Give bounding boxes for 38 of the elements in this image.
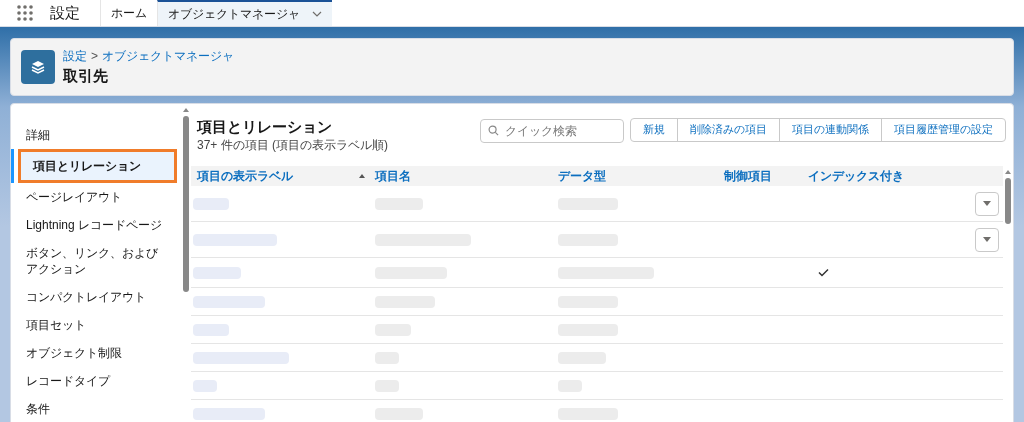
caret-icon [983,237,991,242]
caret-icon [983,201,991,206]
sidebar-item[interactable]: レコードタイプ [14,367,181,395]
sidebar-item[interactable]: オブジェクト制限 [14,339,181,367]
scroll-up-icon[interactable] [183,108,189,112]
nav-tab[interactable]: オブジェクトマネージャ [157,0,332,26]
item-count: 37+ 件の項目 (項目の表示ラベル順) [197,137,388,154]
row-action-button[interactable] [975,191,999,216]
section-title: 項目とリレーション [197,118,333,136]
breadcrumb-link[interactable]: オブジェクトマネージャ [102,46,234,65]
breadcrumb-separator: > [91,47,98,65]
column-header[interactable]: データ型 [558,167,606,185]
object-title: 取引先 [63,65,109,86]
layers-icon [21,50,55,84]
column-header[interactable]: 項目名 [375,167,411,185]
search-icon [488,125,499,136]
search-field[interactable]: クイック検索 [480,119,624,143]
sidebar-item[interactable]: 項目とリレーション [18,149,177,183]
app-title: 設定 [50,2,81,23]
column-header[interactable]: 項目の表示ラベル [197,167,293,185]
toolbar-button[interactable]: 新規 [631,119,677,141]
toolbar-button[interactable]: 削除済みの項目 [677,119,779,141]
sidebar-item[interactable]: 項目セット [14,311,181,339]
toolbar-button[interactable]: 項目履歴管理の設定 [881,119,1005,141]
sidebar-item[interactable]: ページレイアウト [14,183,181,211]
sidebar-item[interactable]: 詳細 [14,121,181,149]
sidebar-item[interactable]: ボタン、リンク、およびアクション [14,239,181,283]
toolbar-button[interactable]: 項目の連動関係 [779,119,881,141]
column-header[interactable]: インデックス付き [808,167,904,185]
row-action-button[interactable] [975,227,999,252]
sidebar-item[interactable]: 条件 [14,395,181,422]
sidebar-item[interactable]: Lightning レコードページ [14,211,181,239]
chevron-down-icon [312,11,322,17]
breadcrumb-link[interactable]: 設定 [63,46,87,65]
sidebar-item[interactable]: コンパクトレイアウト [14,283,181,311]
app-launcher-icon[interactable] [17,5,33,21]
scroll-up-icon[interactable] [1005,170,1011,174]
column-header[interactable]: 制御項目 [724,167,772,185]
